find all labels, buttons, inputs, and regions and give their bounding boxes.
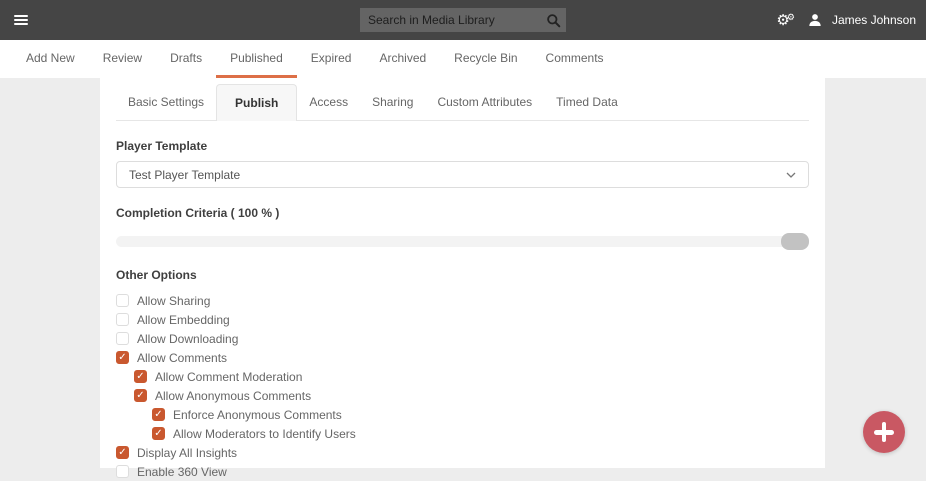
add-new-fab-button[interactable]	[863, 411, 905, 453]
checkbox-row: ✓ Allow Moderators to Identify Users	[116, 424, 809, 443]
search-icon[interactable]	[540, 13, 566, 28]
main-tabs: Add NewReviewDraftsPublishedExpiredArchi…	[0, 40, 926, 78]
checkbox-label[interactable]: Enable 360 View	[137, 465, 227, 479]
checkbox-label[interactable]: Display All Insights	[137, 446, 237, 460]
tab-drafts[interactable]: Drafts	[156, 40, 216, 78]
checkbox-label[interactable]: Allow Sharing	[137, 294, 210, 308]
player-template-value: Test Player Template	[129, 168, 240, 182]
tab-expired[interactable]: Expired	[297, 40, 366, 78]
subtab-sharing[interactable]: Sharing	[360, 84, 425, 120]
checkbox-label[interactable]: Allow Downloading	[137, 332, 238, 346]
checkbox-row: ✓ Allow Comment Moderation	[116, 367, 809, 386]
menu-icon[interactable]	[14, 13, 28, 27]
top-bar: ⚙⚙ James Johnson	[0, 0, 926, 40]
tab-review[interactable]: Review	[89, 40, 156, 78]
subtab-custom-attributes[interactable]: Custom Attributes	[425, 84, 544, 120]
slider-track[interactable]	[116, 236, 809, 247]
checkbox-row: ✓ Display All Insights	[116, 443, 809, 462]
completion-criteria-slider[interactable]	[116, 233, 809, 250]
search-input[interactable]	[360, 13, 540, 27]
chevron-down-icon	[786, 172, 796, 178]
checkbox-label[interactable]: Allow Moderators to Identify Users	[173, 427, 356, 441]
checkbox-row: ✓ Enforce Anonymous Comments	[116, 405, 809, 424]
checkbox-row: Allow Embedding	[116, 310, 809, 329]
content-background: Basic SettingsPublishAccessSharingCustom…	[0, 78, 926, 468]
settings-gears-icon[interactable]: ⚙⚙	[776, 13, 798, 28]
checkbox-row: Enable 360 View	[116, 462, 809, 481]
tab-add-new[interactable]: Add New	[12, 40, 89, 78]
tab-archived[interactable]: Archived	[365, 40, 440, 78]
checkbox-row: Allow Downloading	[116, 329, 809, 348]
unchecked-checkbox-allow-downloading[interactable]	[116, 332, 129, 345]
sub-tabs: Basic SettingsPublishAccessSharingCustom…	[116, 78, 809, 121]
user-icon	[807, 12, 823, 28]
checked-checkbox-allow-anonymous-comments[interactable]: ✓	[134, 389, 147, 402]
plus-icon	[882, 422, 887, 442]
checkbox-label[interactable]: Allow Embedding	[137, 313, 230, 327]
slider-handle[interactable]	[781, 233, 809, 250]
other-options-label: Other Options	[116, 268, 809, 282]
subtab-basic-settings[interactable]: Basic Settings	[116, 84, 216, 120]
completion-criteria-label: Completion Criteria ( 100 % )	[116, 206, 809, 220]
checkbox-row: Allow Sharing	[116, 291, 809, 310]
checkbox-label[interactable]: Enforce Anonymous Comments	[173, 408, 342, 422]
checked-checkbox-display-all-insights[interactable]: ✓	[116, 446, 129, 459]
checkbox-row: ✓ Allow Anonymous Comments	[116, 386, 809, 405]
subtab-access[interactable]: Access	[297, 84, 360, 120]
subtab-publish[interactable]: Publish	[216, 84, 297, 121]
unchecked-checkbox-allow-sharing[interactable]	[116, 294, 129, 307]
checkbox-list: Allow Sharing Allow Embedding Allow Downlo…	[116, 291, 809, 481]
checkbox-label[interactable]: Allow Anonymous Comments	[155, 389, 311, 403]
player-template-select[interactable]: Test Player Template	[116, 161, 809, 188]
player-template-label: Player Template	[116, 139, 809, 153]
unchecked-checkbox-allow-embedding[interactable]	[116, 313, 129, 326]
tab-published[interactable]: Published	[216, 40, 297, 78]
checked-checkbox-enforce-anonymous-comments[interactable]: ✓	[152, 408, 165, 421]
subtab-timed-data[interactable]: Timed Data	[544, 84, 630, 120]
content-panel: Basic SettingsPublishAccessSharingCustom…	[100, 78, 825, 468]
search-box	[360, 8, 566, 32]
checked-checkbox-allow-comments[interactable]: ✓	[116, 351, 129, 364]
checkbox-row: ✓ Allow Comments	[116, 348, 809, 367]
checkbox-label[interactable]: Allow Comment Moderation	[155, 370, 302, 384]
checkbox-label[interactable]: Allow Comments	[137, 351, 227, 365]
tab-comments[interactable]: Comments	[532, 40, 618, 78]
user-name[interactable]: James Johnson	[832, 13, 916, 27]
unchecked-checkbox-enable-360-view[interactable]	[116, 465, 129, 478]
checked-checkbox-allow-moderators-to-identify-users[interactable]: ✓	[152, 427, 165, 440]
tab-recycle-bin[interactable]: Recycle Bin	[440, 40, 531, 78]
checked-checkbox-allow-comment-moderation[interactable]: ✓	[134, 370, 147, 383]
user-area: ⚙⚙ James Johnson	[776, 0, 916, 40]
